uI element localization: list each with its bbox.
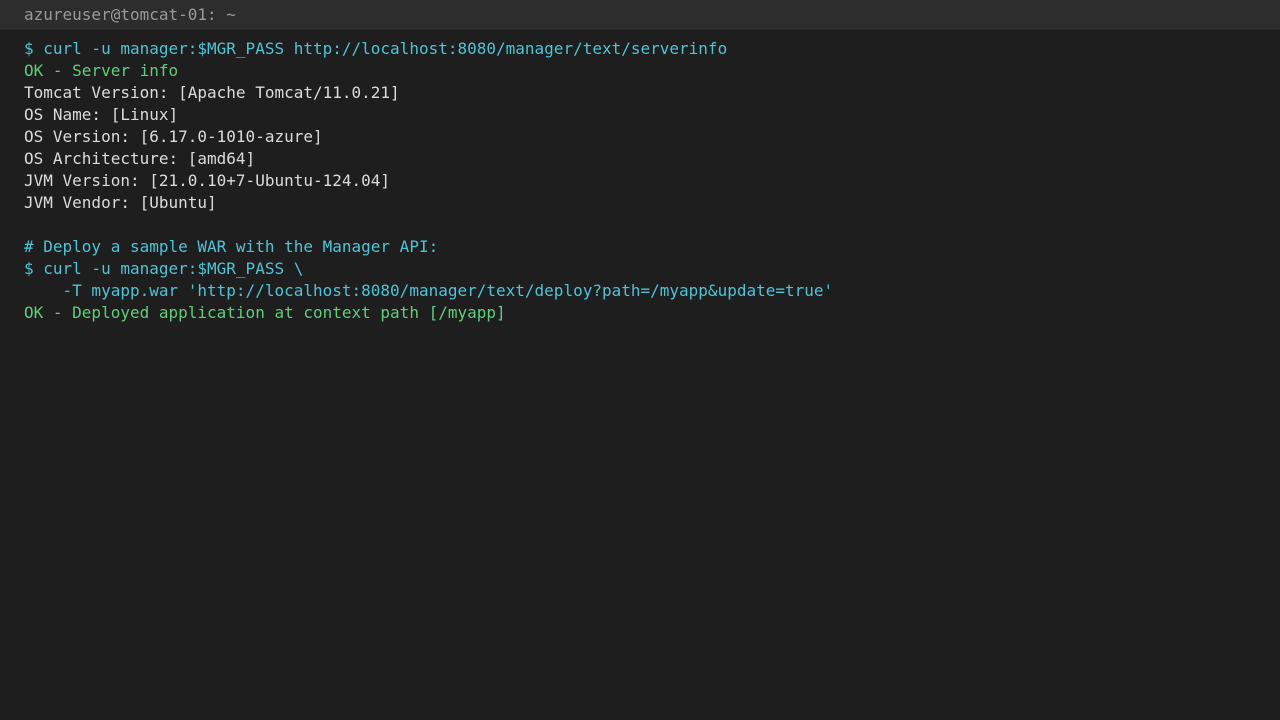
window-title: azureuser@tomcat-01: ~ (0, 0, 1280, 30)
command-line: $ curl -u manager:$MGR_PASS http://local… (24, 39, 728, 58)
output-line: OS Version: [6.17.0-1010-azure] (24, 127, 323, 146)
comment-line: # Deploy a sample WAR with the Manager A… (24, 237, 439, 256)
output-line: JVM Version: [21.0.10+7-Ubuntu-124.04] (24, 171, 391, 190)
output-line: OS Name: [Linux] (24, 105, 179, 124)
status-line: OK - Deployed application at context pat… (24, 303, 506, 322)
output-line: JVM Vendor: [Ubuntu] (24, 193, 217, 212)
command-line: $ curl -u manager:$MGR_PASS \ (24, 259, 304, 278)
command-continuation-line: -T myapp.war 'http://localhost:8080/mana… (24, 281, 834, 300)
status-line: OK - Server info (24, 61, 179, 80)
output-line: OS Architecture: [amd64] (24, 149, 256, 168)
output-line: Tomcat Version: [Apache Tomcat/11.0.21] (24, 83, 400, 102)
terminal-output[interactable]: $ curl -u manager:$MGR_PASS http://local… (0, 30, 1280, 324)
terminal-window[interactable]: azureuser@tomcat-01: ~ $ curl -u manager… (0, 0, 1280, 720)
